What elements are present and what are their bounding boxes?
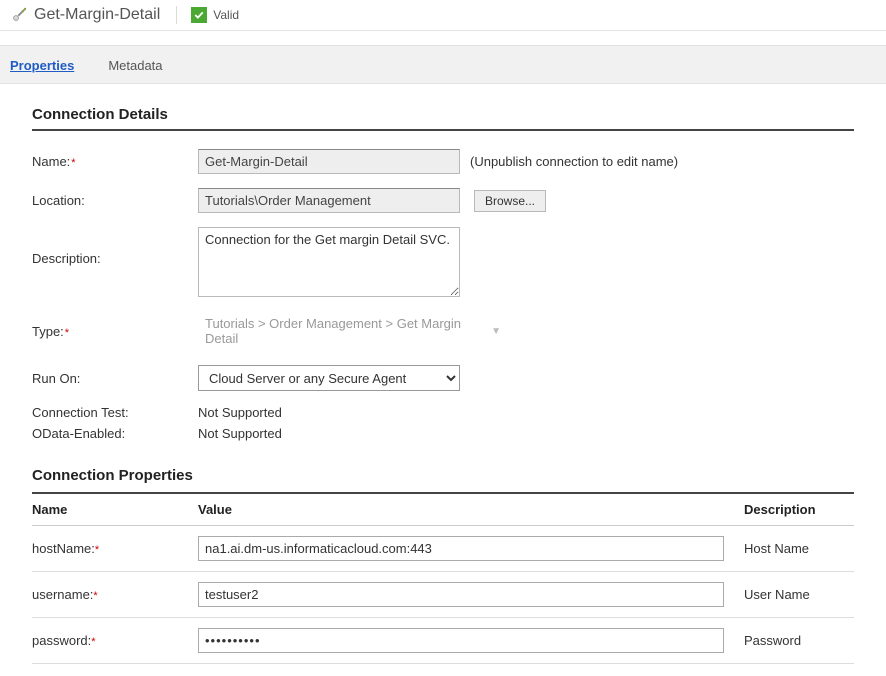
property-row-host-name: hostName:* Host Name	[32, 526, 854, 572]
label-odata: OData-Enabled:	[32, 426, 198, 441]
description-textarea[interactable]: Connection for the Get margin Detail SVC…	[198, 227, 460, 297]
property-name-password: password:*	[32, 633, 198, 648]
property-row-password: password:* Password	[32, 618, 854, 664]
property-desc-host-name: Host Name	[744, 541, 854, 556]
label-run-on: Run On:	[32, 371, 198, 386]
property-name-host-name: hostName:*	[32, 541, 198, 556]
row-connection-test: Connection Test: Not Supported	[32, 405, 854, 420]
required-asterisk: *	[65, 327, 69, 339]
row-odata: OData-Enabled: Not Supported	[32, 426, 854, 441]
property-desc-password: Password	[744, 633, 854, 648]
property-row-username: username:* User Name	[32, 572, 854, 618]
valid-check-icon	[191, 7, 207, 23]
required-asterisk: *	[91, 636, 95, 648]
main-content: Connection Details Name:* (Unpublish con…	[0, 106, 886, 664]
label-description: Description:	[32, 227, 198, 266]
label-name: Name:*	[32, 154, 198, 169]
type-display-text: Tutorials > Order Management > Get Margi…	[205, 316, 491, 346]
col-header-value: Value	[198, 502, 744, 517]
name-input	[198, 149, 460, 174]
property-value-cell-password	[198, 628, 744, 653]
label-location: Location:	[32, 193, 198, 208]
tab-properties[interactable]: Properties	[8, 46, 88, 83]
host-name-input[interactable]	[198, 536, 724, 561]
property-value-cell-username	[198, 582, 744, 607]
connector-icon	[10, 6, 28, 24]
label-connection-test: Connection Test:	[32, 405, 198, 420]
tabs-bar: Properties Metadata	[0, 45, 886, 84]
connection-test-value: Not Supported	[198, 405, 282, 420]
row-type: Type:* Tutorials > Order Management > Ge…	[32, 311, 854, 351]
odata-value: Not Supported	[198, 426, 282, 441]
property-desc-username: User Name	[744, 587, 854, 602]
page-header: Get-Margin-Detail Valid	[0, 0, 886, 31]
location-input	[198, 188, 460, 213]
username-input[interactable]	[198, 582, 724, 607]
label-name-text: Name:	[32, 154, 70, 169]
properties-body: hostName:* Host Name username:* User Name pa…	[32, 526, 854, 664]
section-connection-details-title: Connection Details	[32, 106, 854, 131]
required-asterisk: *	[93, 590, 97, 602]
page-title: Get-Margin-Detail	[34, 6, 177, 24]
type-select-disabled: Tutorials > Order Management > Get Margi…	[198, 311, 508, 351]
status-text: Valid	[213, 8, 239, 22]
properties-header-row: Name Value Description	[32, 492, 854, 526]
section-connection-properties-title: Connection Properties	[32, 467, 854, 492]
tab-metadata[interactable]: Metadata	[106, 46, 176, 83]
col-header-description: Description	[744, 502, 854, 517]
status-container: Valid	[191, 7, 239, 23]
col-header-name: Name	[32, 502, 198, 517]
label-type-text: Type:	[32, 324, 64, 339]
run-on-select[interactable]: Cloud Server or any Secure Agent	[198, 365, 460, 391]
password-input[interactable]	[198, 628, 724, 653]
required-asterisk: *	[71, 157, 75, 169]
browse-button[interactable]: Browse...	[474, 190, 546, 212]
label-type: Type:*	[32, 324, 198, 339]
chevron-down-icon: ▼	[491, 326, 501, 337]
property-value-cell-host-name	[198, 536, 744, 561]
row-name: Name:* (Unpublish connection to edit nam…	[32, 149, 854, 174]
unpublish-note: (Unpublish connection to edit name)	[470, 154, 678, 169]
property-name-username: username:*	[32, 587, 198, 602]
required-asterisk: *	[95, 544, 99, 556]
row-location: Location: Browse...	[32, 188, 854, 213]
row-description: Description: Connection for the Get marg…	[32, 227, 854, 297]
row-run-on: Run On: Cloud Server or any Secure Agent	[32, 365, 854, 391]
